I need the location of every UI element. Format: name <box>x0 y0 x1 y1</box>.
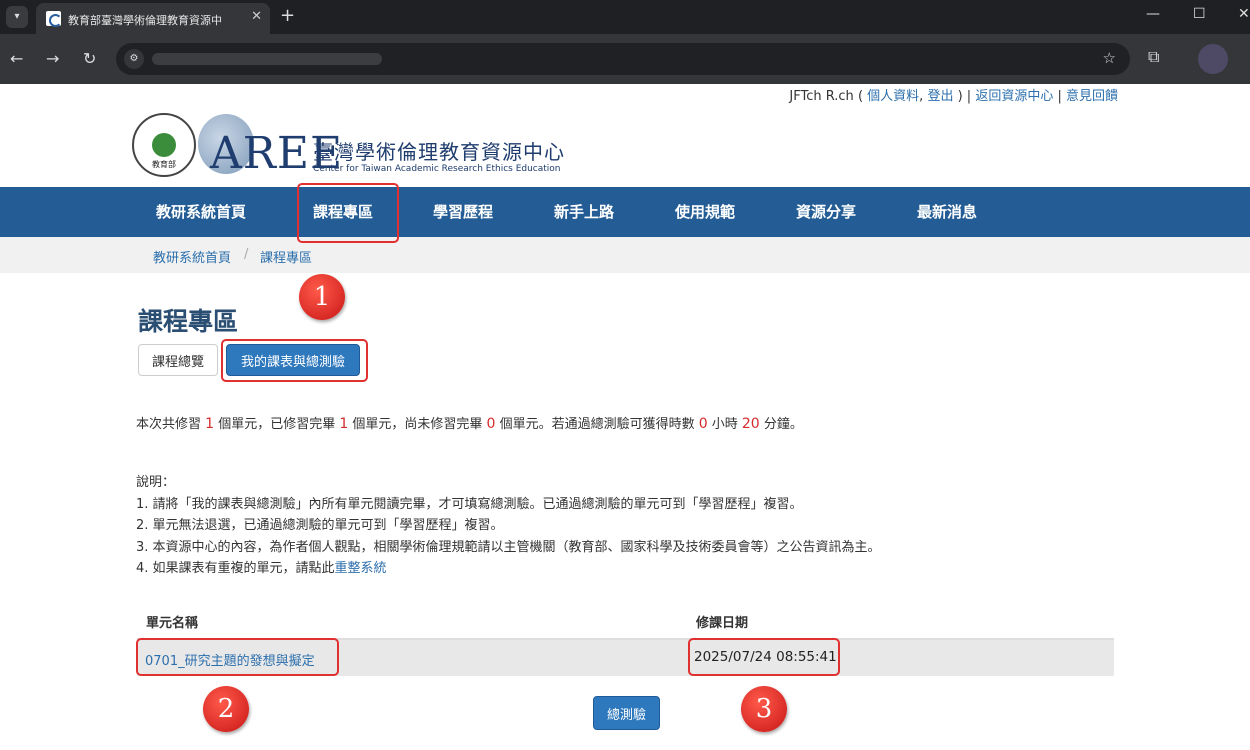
maximize-icon[interactable]: ☐ <box>1193 6 1206 22</box>
close-window-icon[interactable]: ✕ <box>1238 6 1250 22</box>
browser-toolbar: ← → ↻ ⚙ ☆ ⧉ <box>0 34 1250 84</box>
address-bar[interactable]: ⚙ ☆ <box>116 43 1130 75</box>
summary-text: 分鐘。 <box>759 417 803 432</box>
breadcrumb-home[interactable]: 教研系統首頁 <box>153 247 231 266</box>
summary-minutes: 20 <box>741 416 760 432</box>
highlight-box-unit-name <box>136 638 339 676</box>
reset-system-link[interactable]: 重整系統 <box>335 561 387 576</box>
moe-logo-text: 教育部 <box>152 160 176 169</box>
summary-total: 1 <box>205 416 215 432</box>
nav-item-usage-rules[interactable]: 使用規範 <box>675 187 735 237</box>
close-tab-icon[interactable]: ✕ <box>251 9 262 24</box>
browser-tab-bar: ▾ 教育部臺灣學術倫理教育資源中 ✕ + — ☐ ✕ <box>0 0 1250 34</box>
bookmark-star-icon[interactable]: ☆ <box>1103 49 1116 67</box>
column-header-date: 修課日期 <box>696 616 749 631</box>
highlight-box-nav-courses <box>297 183 399 243</box>
user-bar: JFTch R.ch ( 個人資料, 登出 ) | 返回資源中心 | 意見回饋 <box>789 85 1118 104</box>
browser-tab[interactable]: 教育部臺灣學術倫理教育資源中 ✕ <box>36 3 270 34</box>
highlight-box-unit-date <box>688 638 840 676</box>
reload-icon[interactable]: ↻ <box>83 49 96 68</box>
logout-link[interactable]: 登出 <box>927 89 953 104</box>
site-title[interactable]: 臺灣學術倫理教育資源中心 <box>313 136 565 165</box>
instruction-item: 2. 單元無法退選，已通過總測驗的單元可到「學習歷程」複習。 <box>136 518 504 533</box>
site-favicon-icon <box>46 11 62 27</box>
nav-item-home[interactable]: 教研系統首頁 <box>156 187 246 237</box>
extensions-icon[interactable]: ⧉ <box>1148 47 1159 67</box>
summary-text: 小時 <box>707 417 742 432</box>
profile-link[interactable]: 個人資料 <box>867 89 919 104</box>
annotation-marker-3: 3 <box>741 686 787 732</box>
summary-text: 個單元，已修習完畢 <box>214 417 340 432</box>
new-tab-button[interactable]: + <box>280 5 295 26</box>
instruction-item: 3. 本資源中心的內容，為作者個人觀點，相關學術倫理規範請以主管機關（教育部、國… <box>136 539 881 555</box>
progress-summary: 本次共修習 1 個單元，已修習完畢 1 個單元，尚未修習完畢 0 個單元。若通過… <box>136 413 803 432</box>
instruction-item: 1. 請將「我的課表與總測驗」內所有單元閱讀完畢，才可填寫總測驗。已通過總測驗的… <box>136 496 803 512</box>
annotation-marker-1: 1 <box>299 274 345 320</box>
nav-item-getting-started[interactable]: 新手上路 <box>554 187 614 237</box>
column-header-unit-name: 單元名稱 <box>146 616 199 631</box>
tab-search-button[interactable]: ▾ <box>6 6 28 28</box>
user-bar-paren-open: ( <box>853 89 868 104</box>
breadcrumb-separator: / <box>244 247 249 262</box>
moe-logo[interactable]: 教育部 <box>132 113 196 177</box>
summary-text: 個單元。若通過總測驗可獲得時數 <box>495 417 699 432</box>
url-text <box>152 53 382 65</box>
nav-item-learning-history[interactable]: 學習歷程 <box>433 187 493 237</box>
highlight-box-my-courses <box>221 339 368 382</box>
annotation-marker-2: 2 <box>203 686 249 732</box>
back-icon[interactable]: ← <box>10 49 23 68</box>
instruction-item: 4. 如果課表有重複的單元，請點此重整系統 <box>136 558 881 580</box>
page-title: 課程專區 <box>138 307 239 336</box>
site-info-icon[interactable]: ⚙ <box>124 49 144 69</box>
user-name: JFTch R.ch <box>789 89 854 104</box>
summary-completed: 1 <box>339 416 349 432</box>
summary-text: 本次共修習 <box>136 417 206 432</box>
breadcrumb: 教研系統首頁 / 課程專區 <box>0 237 1250 273</box>
nav-item-news[interactable]: 最新消息 <box>917 187 977 237</box>
back-to-center-link[interactable]: 返回資源中心 <box>975 89 1053 104</box>
course-overview-button[interactable]: 課程總覽 <box>138 344 218 376</box>
user-bar-pipe: | <box>1053 89 1066 104</box>
summary-hours: 0 <box>698 416 708 432</box>
forward-icon[interactable]: → <box>46 49 59 68</box>
instructions: 說明： 1. 請將「我的課表與總測驗」內所有單元閱讀完畢，才可填寫總測驗。已通過… <box>136 472 881 580</box>
user-bar-paren-close: ) | <box>953 89 976 104</box>
summary-text: 個單元，尚未修習完畢 <box>348 417 487 432</box>
site-subtitle: Center for Taiwan Academic Research Ethi… <box>313 164 561 174</box>
breadcrumb-current[interactable]: 課程專區 <box>260 247 312 266</box>
minimize-icon[interactable]: — <box>1146 6 1160 22</box>
profile-avatar[interactable] <box>1198 44 1228 74</box>
main-nav: 教研系統首頁 課程專區 學習歷程 新手上路 使用規範 資源分享 最新消息 <box>0 187 1250 237</box>
instruction-item-text: 4. 如果課表有重複的單元，請點此 <box>136 561 335 576</box>
nav-item-resources[interactable]: 資源分享 <box>796 187 856 237</box>
final-test-button[interactable]: 總測驗 <box>593 696 660 730</box>
instructions-title: 說明： <box>136 475 176 490</box>
tab-title: 教育部臺灣學術倫理教育資源中 <box>68 14 222 27</box>
feedback-link[interactable]: 意見回饋 <box>1066 89 1118 104</box>
